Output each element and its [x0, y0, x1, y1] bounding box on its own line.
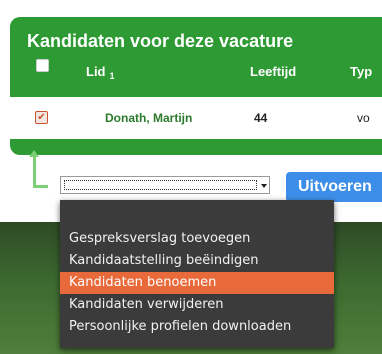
column-header-type[interactable]: Typ [350, 64, 372, 79]
menu-item-kandidaten-verwijderen[interactable]: Kandidaten verwijderen [60, 294, 334, 316]
connector-line [33, 157, 48, 188]
column-header-lid[interactable]: Lid 1 [86, 64, 115, 81]
sort-order-indicator: 1 [109, 71, 115, 81]
column-header-lid-label: Lid [86, 64, 106, 79]
candidate-age: 44 [254, 111, 268, 125]
candidate-type: vo [357, 111, 370, 125]
menu-item-kandidaten-benoemen[interactable]: Kandidaten benoemen [60, 272, 334, 294]
execute-button[interactable]: Uitvoeren [286, 172, 382, 202]
menu-item-gespreksverslag-toevoegen[interactable]: Gespreksverslag toevoegen [60, 228, 334, 250]
candidates-panel: Kandidaten voor deze vacature Lid 1 Leeft… [10, 17, 382, 155]
column-header-leeftijd[interactable]: Leeftijd [250, 64, 296, 79]
row-checkbox[interactable]: ✔ [35, 111, 48, 124]
menu-item-kandidaatstelling-beeindigen[interactable]: Kandidaatstelling beëindigen [60, 250, 334, 272]
panel-title: Kandidaten voor deze vacature [27, 31, 294, 51]
candidate-name-link[interactable]: Donath, Martijn [105, 111, 192, 125]
bulk-action-dropdown-menu: Gespreksverslag toevoegen Kandidaatstell… [60, 200, 334, 348]
select-value [64, 180, 257, 190]
table-row: ✔ Donath, Martijn 44 vo [10, 97, 382, 139]
select-all-checkbox[interactable] [36, 59, 49, 72]
bulk-action-select[interactable] [60, 176, 270, 194]
menu-item-persoonlijke-profielen-downloaden[interactable]: Persoonlijke profielen downloaden [60, 316, 334, 338]
chevron-down-icon [261, 184, 267, 188]
connector-arrow-icon [29, 150, 39, 157]
